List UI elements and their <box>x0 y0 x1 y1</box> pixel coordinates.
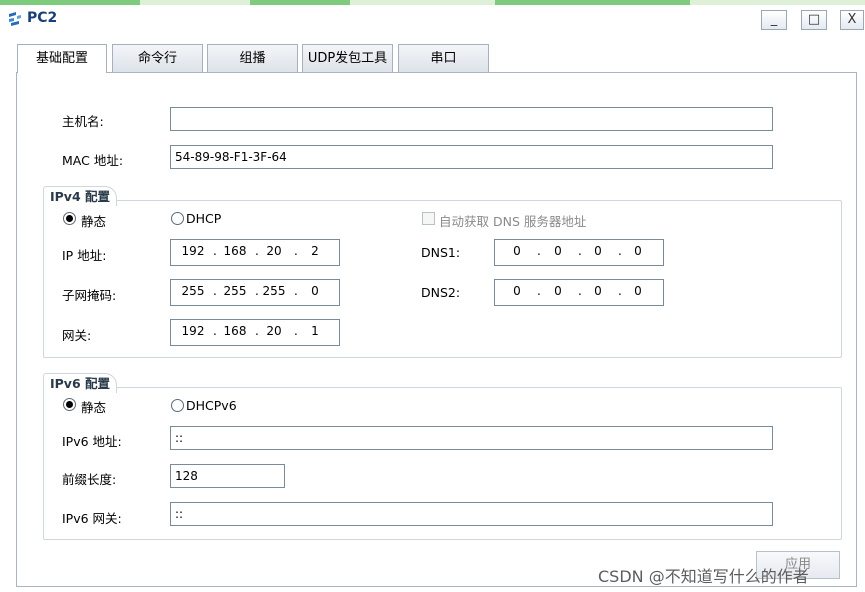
minimize-icon: _ <box>770 12 778 27</box>
csdn-watermark: CSDN @不知道写什么的作者 <box>598 567 809 586</box>
maximize-icon: □ <box>807 12 821 27</box>
close-icon: X <box>847 12 857 27</box>
mac-address-field[interactable]: 54-89-98-F1-3F-64 <box>170 145 773 169</box>
ip-octet: 2 <box>311 244 319 258</box>
tab-udp-tool[interactable]: UDP发包工具 <box>302 44 393 72</box>
dns2-label: DNS2: <box>421 285 461 300</box>
auto-dns-label: 自动获取 DNS 服务器地址 <box>439 214 587 229</box>
ip-octet: 255 <box>223 284 247 298</box>
ipv6-dhcp-label: DHCPv6 <box>186 398 237 413</box>
ip-octet: 0 <box>634 244 642 258</box>
ip-octet: 255 <box>262 284 286 298</box>
ip-octet: 0 <box>513 284 521 298</box>
prefix-length-field[interactable]: 128 <box>170 464 285 488</box>
subnet-mask-label: 子网掩码: <box>62 288 117 303</box>
tab-label: 命令行 <box>137 51 177 66</box>
dns1-field[interactable]: 0. 0. 0. 0 <box>494 239 664 266</box>
ipv4-static-label: 静态 <box>81 214 107 229</box>
hostname-label: 主机名: <box>62 114 104 129</box>
subnet-mask-field[interactable]: 255. 255. 255. 0 <box>170 279 340 306</box>
ip-octet: 20 <box>266 244 282 258</box>
ipv6-dhcp-radio[interactable] <box>171 399 184 412</box>
radio-selected-dot <box>66 401 73 408</box>
ip-octet: 0 <box>594 284 602 298</box>
ip-octet: 0 <box>634 284 642 298</box>
ip-octet: 0 <box>554 244 562 258</box>
tab-serial[interactable]: 串口 <box>398 44 489 72</box>
maximize-button[interactable]: □ <box>801 10 827 30</box>
window-title: PC2 <box>27 10 58 26</box>
tab-command-line[interactable]: 命令行 <box>112 44 203 72</box>
tab-multicast[interactable]: 组播 <box>207 44 298 72</box>
close-button[interactable]: X <box>840 10 864 30</box>
hostname-input[interactable] <box>170 107 773 131</box>
ipv6-static-label: 静态 <box>81 400 107 415</box>
tab-basic-config[interactable]: 基础配置 <box>17 44 107 73</box>
ip-octet: 20 <box>266 324 282 338</box>
ip-address-label: IP 地址: <box>62 248 107 263</box>
prefix-length-label: 前缀长度: <box>62 472 117 487</box>
dns1-label: DNS1: <box>421 245 461 260</box>
ipv6-address-field[interactable]: :: <box>170 426 773 450</box>
ipv6-group-title: IPv6 配置 <box>43 373 118 393</box>
gateway-label: 网关: <box>62 328 92 343</box>
title-bar: PC2 _ □ X <box>0 5 865 30</box>
tab-label: 串口 <box>430 51 457 66</box>
ip-octet: 1 <box>311 324 319 338</box>
ip-octet: 0 <box>513 244 521 258</box>
ip-address-field[interactable]: 192. 168. 20. 2 <box>170 239 340 266</box>
gateway-field[interactable]: 192. 168. 20. 1 <box>170 319 340 346</box>
ip-octet: 192 <box>181 324 205 338</box>
mac-label: MAC 地址: <box>62 153 124 168</box>
tab-label: UDP发包工具 <box>307 51 388 66</box>
ipv6-static-radio[interactable] <box>63 398 76 411</box>
ipv4-dhcp-radio[interactable] <box>171 212 184 225</box>
ipv4-dhcp-label: DHCP <box>186 211 222 226</box>
ipv6-gateway-label: IPv6 网关: <box>62 511 122 526</box>
minimize-button[interactable]: _ <box>761 10 787 30</box>
ip-octet: 168 <box>223 244 247 258</box>
ip-octet: 0 <box>594 244 602 258</box>
dns2-field[interactable]: 0. 0. 0. 0 <box>494 279 664 306</box>
ipv6-address-label: IPv6 地址: <box>62 434 122 449</box>
ip-octet: 0 <box>554 284 562 298</box>
auto-dns-checkbox[interactable] <box>422 212 435 225</box>
radio-selected-dot <box>66 215 73 222</box>
ip-octet: 255 <box>181 284 205 298</box>
tab-label: 组播 <box>239 51 266 66</box>
ip-octet: 192 <box>181 244 205 258</box>
pc-app-icon <box>9 12 21 26</box>
ipv4-group-title: IPv4 配置 <box>43 186 118 206</box>
ip-octet: 168 <box>223 324 247 338</box>
ip-octet: 0 <box>311 284 319 298</box>
tab-label: 基础配置 <box>35 51 88 66</box>
ipv4-static-radio[interactable] <box>63 212 76 225</box>
ipv6-gateway-field[interactable]: :: <box>170 502 773 526</box>
